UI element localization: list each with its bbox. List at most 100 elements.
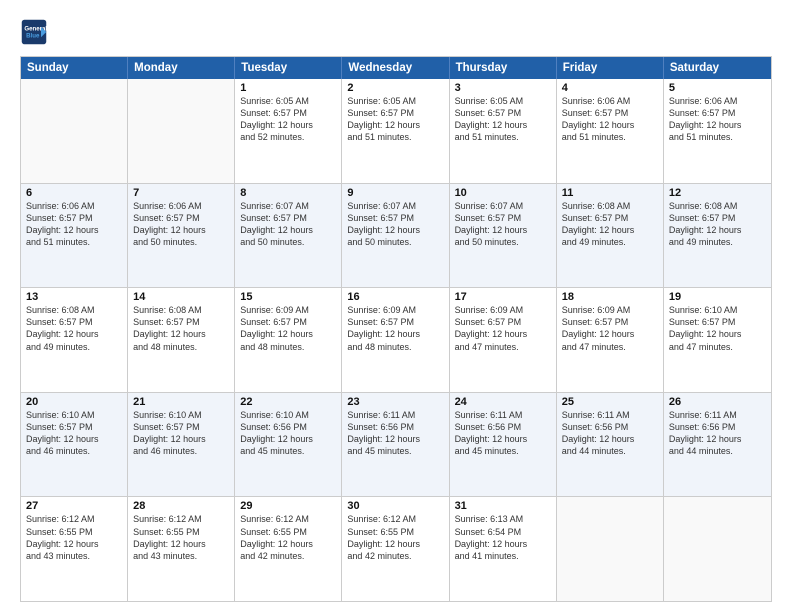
- cell-details: Sunrise: 6:11 AM Sunset: 6:56 PM Dayligh…: [669, 409, 766, 458]
- header: General Blue: [20, 18, 772, 46]
- day-number: 18: [562, 291, 658, 303]
- day-number: 10: [455, 187, 551, 199]
- weekday-header: Sunday: [21, 57, 128, 79]
- calendar: SundayMondayTuesdayWednesdayThursdayFrid…: [20, 56, 772, 602]
- day-number: 27: [26, 500, 122, 512]
- empty-cell: [664, 497, 771, 601]
- calendar-cell: 13Sunrise: 6:08 AM Sunset: 6:57 PM Dayli…: [21, 288, 128, 392]
- logo-icon: General Blue: [20, 18, 48, 46]
- calendar-row: 1Sunrise: 6:05 AM Sunset: 6:57 PM Daylig…: [21, 79, 771, 183]
- cell-details: Sunrise: 6:10 AM Sunset: 6:57 PM Dayligh…: [133, 409, 229, 458]
- weekday-header: Saturday: [664, 57, 771, 79]
- cell-details: Sunrise: 6:09 AM Sunset: 6:57 PM Dayligh…: [455, 304, 551, 353]
- cell-details: Sunrise: 6:06 AM Sunset: 6:57 PM Dayligh…: [669, 95, 766, 144]
- day-number: 7: [133, 187, 229, 199]
- day-number: 26: [669, 396, 766, 408]
- cell-details: Sunrise: 6:12 AM Sunset: 6:55 PM Dayligh…: [26, 513, 122, 562]
- calendar-cell: 28Sunrise: 6:12 AM Sunset: 6:55 PM Dayli…: [128, 497, 235, 601]
- cell-details: Sunrise: 6:08 AM Sunset: 6:57 PM Dayligh…: [26, 304, 122, 353]
- day-number: 11: [562, 187, 658, 199]
- calendar-cell: 7Sunrise: 6:06 AM Sunset: 6:57 PM Daylig…: [128, 184, 235, 288]
- day-number: 22: [240, 396, 336, 408]
- calendar-row: 20Sunrise: 6:10 AM Sunset: 6:57 PM Dayli…: [21, 392, 771, 497]
- calendar-cell: 17Sunrise: 6:09 AM Sunset: 6:57 PM Dayli…: [450, 288, 557, 392]
- calendar-cell: 27Sunrise: 6:12 AM Sunset: 6:55 PM Dayli…: [21, 497, 128, 601]
- cell-details: Sunrise: 6:07 AM Sunset: 6:57 PM Dayligh…: [240, 200, 336, 249]
- day-number: 24: [455, 396, 551, 408]
- cell-details: Sunrise: 6:12 AM Sunset: 6:55 PM Dayligh…: [133, 513, 229, 562]
- cell-details: Sunrise: 6:09 AM Sunset: 6:57 PM Dayligh…: [240, 304, 336, 353]
- cell-details: Sunrise: 6:10 AM Sunset: 6:57 PM Dayligh…: [669, 304, 766, 353]
- cell-details: Sunrise: 6:05 AM Sunset: 6:57 PM Dayligh…: [240, 95, 336, 144]
- calendar-cell: 26Sunrise: 6:11 AM Sunset: 6:56 PM Dayli…: [664, 393, 771, 497]
- calendar-row: 27Sunrise: 6:12 AM Sunset: 6:55 PM Dayli…: [21, 496, 771, 601]
- calendar-cell: 3Sunrise: 6:05 AM Sunset: 6:57 PM Daylig…: [450, 79, 557, 183]
- day-number: 30: [347, 500, 443, 512]
- cell-details: Sunrise: 6:07 AM Sunset: 6:57 PM Dayligh…: [455, 200, 551, 249]
- cell-details: Sunrise: 6:11 AM Sunset: 6:56 PM Dayligh…: [347, 409, 443, 458]
- day-number: 19: [669, 291, 766, 303]
- cell-details: Sunrise: 6:08 AM Sunset: 6:57 PM Dayligh…: [669, 200, 766, 249]
- cell-details: Sunrise: 6:08 AM Sunset: 6:57 PM Dayligh…: [133, 304, 229, 353]
- logo: General Blue: [20, 18, 52, 46]
- calendar-cell: 12Sunrise: 6:08 AM Sunset: 6:57 PM Dayli…: [664, 184, 771, 288]
- day-number: 23: [347, 396, 443, 408]
- cell-details: Sunrise: 6:06 AM Sunset: 6:57 PM Dayligh…: [26, 200, 122, 249]
- cell-details: Sunrise: 6:11 AM Sunset: 6:56 PM Dayligh…: [455, 409, 551, 458]
- day-number: 4: [562, 82, 658, 94]
- empty-cell: [21, 79, 128, 183]
- calendar-cell: 31Sunrise: 6:13 AM Sunset: 6:54 PM Dayli…: [450, 497, 557, 601]
- calendar-cell: 29Sunrise: 6:12 AM Sunset: 6:55 PM Dayli…: [235, 497, 342, 601]
- weekday-header: Tuesday: [235, 57, 342, 79]
- calendar-body: 1Sunrise: 6:05 AM Sunset: 6:57 PM Daylig…: [21, 79, 771, 601]
- svg-text:Blue: Blue: [26, 32, 40, 39]
- calendar-cell: 8Sunrise: 6:07 AM Sunset: 6:57 PM Daylig…: [235, 184, 342, 288]
- cell-details: Sunrise: 6:10 AM Sunset: 6:56 PM Dayligh…: [240, 409, 336, 458]
- day-number: 6: [26, 187, 122, 199]
- calendar-cell: 24Sunrise: 6:11 AM Sunset: 6:56 PM Dayli…: [450, 393, 557, 497]
- day-number: 20: [26, 396, 122, 408]
- calendar-cell: 6Sunrise: 6:06 AM Sunset: 6:57 PM Daylig…: [21, 184, 128, 288]
- cell-details: Sunrise: 6:10 AM Sunset: 6:57 PM Dayligh…: [26, 409, 122, 458]
- cell-details: Sunrise: 6:06 AM Sunset: 6:57 PM Dayligh…: [133, 200, 229, 249]
- day-number: 3: [455, 82, 551, 94]
- cell-details: Sunrise: 6:07 AM Sunset: 6:57 PM Dayligh…: [347, 200, 443, 249]
- calendar-cell: 11Sunrise: 6:08 AM Sunset: 6:57 PM Dayli…: [557, 184, 664, 288]
- calendar-header: SundayMondayTuesdayWednesdayThursdayFrid…: [21, 57, 771, 79]
- day-number: 8: [240, 187, 336, 199]
- weekday-header: Thursday: [450, 57, 557, 79]
- calendar-cell: 19Sunrise: 6:10 AM Sunset: 6:57 PM Dayli…: [664, 288, 771, 392]
- cell-details: Sunrise: 6:09 AM Sunset: 6:57 PM Dayligh…: [562, 304, 658, 353]
- day-number: 21: [133, 396, 229, 408]
- calendar-cell: 15Sunrise: 6:09 AM Sunset: 6:57 PM Dayli…: [235, 288, 342, 392]
- calendar-cell: 21Sunrise: 6:10 AM Sunset: 6:57 PM Dayli…: [128, 393, 235, 497]
- calendar-cell: 10Sunrise: 6:07 AM Sunset: 6:57 PM Dayli…: [450, 184, 557, 288]
- empty-cell: [128, 79, 235, 183]
- calendar-cell: 25Sunrise: 6:11 AM Sunset: 6:56 PM Dayli…: [557, 393, 664, 497]
- cell-details: Sunrise: 6:12 AM Sunset: 6:55 PM Dayligh…: [240, 513, 336, 562]
- day-number: 9: [347, 187, 443, 199]
- day-number: 29: [240, 500, 336, 512]
- calendar-cell: 9Sunrise: 6:07 AM Sunset: 6:57 PM Daylig…: [342, 184, 449, 288]
- calendar-cell: 18Sunrise: 6:09 AM Sunset: 6:57 PM Dayli…: [557, 288, 664, 392]
- calendar-cell: 4Sunrise: 6:06 AM Sunset: 6:57 PM Daylig…: [557, 79, 664, 183]
- cell-details: Sunrise: 6:13 AM Sunset: 6:54 PM Dayligh…: [455, 513, 551, 562]
- calendar-cell: 23Sunrise: 6:11 AM Sunset: 6:56 PM Dayli…: [342, 393, 449, 497]
- calendar-cell: 2Sunrise: 6:05 AM Sunset: 6:57 PM Daylig…: [342, 79, 449, 183]
- calendar-cell: 30Sunrise: 6:12 AM Sunset: 6:55 PM Dayli…: [342, 497, 449, 601]
- cell-details: Sunrise: 6:06 AM Sunset: 6:57 PM Dayligh…: [562, 95, 658, 144]
- day-number: 28: [133, 500, 229, 512]
- day-number: 17: [455, 291, 551, 303]
- day-number: 12: [669, 187, 766, 199]
- day-number: 25: [562, 396, 658, 408]
- cell-details: Sunrise: 6:09 AM Sunset: 6:57 PM Dayligh…: [347, 304, 443, 353]
- cell-details: Sunrise: 6:08 AM Sunset: 6:57 PM Dayligh…: [562, 200, 658, 249]
- day-number: 13: [26, 291, 122, 303]
- weekday-header: Wednesday: [342, 57, 449, 79]
- day-number: 15: [240, 291, 336, 303]
- calendar-row: 13Sunrise: 6:08 AM Sunset: 6:57 PM Dayli…: [21, 287, 771, 392]
- day-number: 16: [347, 291, 443, 303]
- weekday-header: Monday: [128, 57, 235, 79]
- calendar-cell: 14Sunrise: 6:08 AM Sunset: 6:57 PM Dayli…: [128, 288, 235, 392]
- calendar-row: 6Sunrise: 6:06 AM Sunset: 6:57 PM Daylig…: [21, 183, 771, 288]
